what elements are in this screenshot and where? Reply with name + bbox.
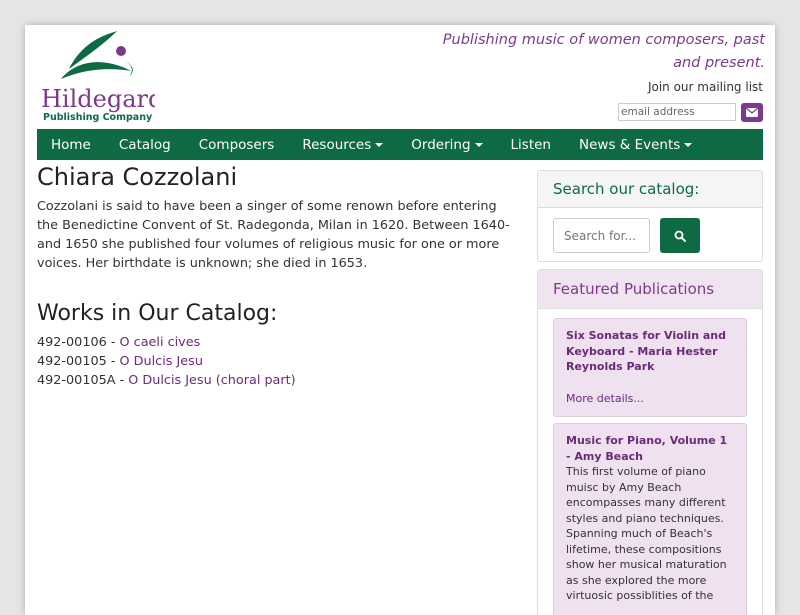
site-tagline: Publishing music of women composers, pas… [442, 32, 765, 71]
nav-label: Composers [198, 136, 275, 153]
work-link[interactable]: O Dulcis Jesu (choral part) [128, 373, 295, 388]
work-code: 492-00105 - [37, 354, 120, 369]
logo-wordmark: Hildegard [41, 85, 155, 113]
nav-label: Resources [302, 136, 372, 153]
featured-publications-panel: Featured Publications Six Sonatas for Vi… [537, 269, 763, 615]
publication-card[interactable]: Music for Piano, Volume 1 - Amy Beach Th… [553, 423, 747, 615]
nav-resources[interactable]: Resources [288, 129, 397, 160]
logo-subtitle: Publishing Company [43, 112, 153, 123]
more-details-link[interactable]: More details... [566, 391, 734, 407]
work-code: 492-00106 - [37, 335, 120, 350]
nav-label: Catalog [118, 136, 171, 153]
search-icon [674, 230, 686, 242]
email-submit-button[interactable] [741, 103, 763, 122]
nav-home[interactable]: Home [37, 129, 105, 160]
work-link[interactable]: O Dulcis Jesu [120, 354, 203, 369]
caret-down-icon [474, 142, 483, 147]
search-button[interactable] [660, 218, 700, 253]
nav-ordering[interactable]: Ordering [397, 129, 496, 160]
nav-label: News & Events [579, 136, 681, 153]
work-item: 492-00105A - O Dulcis Jesu (choral part) [37, 371, 517, 390]
page-container: Hildegard Publishing Company Publishing … [25, 25, 775, 615]
nav-news-events[interactable]: News & Events [565, 129, 706, 160]
publication-title[interactable]: Six Sonatas for Violin and Keyboard - Ma… [566, 328, 734, 375]
publication-description: This first volume of piano muisc by Amy … [566, 465, 727, 602]
caret-down-icon [684, 142, 693, 147]
main-content: Chiara Cozzolani Cozzolani is said to ha… [37, 161, 517, 390]
work-link[interactable]: O caeli cives [120, 335, 201, 350]
search-panel-title: Search our catalog: [538, 171, 762, 208]
nav-listen[interactable]: Listen [497, 129, 565, 160]
caret-down-icon [375, 142, 384, 147]
nav-label: Ordering [411, 136, 471, 153]
envelope-icon [746, 108, 758, 117]
publication-title[interactable]: Music for Piano, Volume 1 - Amy Beach [566, 433, 734, 464]
nav-catalog[interactable]: Catalog [105, 129, 185, 160]
email-input[interactable] [618, 103, 736, 121]
publication-card[interactable]: Six Sonatas for Violin and Keyboard - Ma… [553, 318, 747, 417]
catalog-search-panel: Search our catalog: [537, 170, 763, 262]
nav-composers[interactable]: Composers [185, 129, 289, 160]
hildegard-logo[interactable]: Hildegard Publishing Company [39, 29, 155, 125]
work-item: 492-00106 - O caeli cives [37, 333, 517, 352]
main-navbar: Home Catalog Composers Resources Orderin… [37, 129, 763, 160]
work-code: 492-00105A - [37, 373, 129, 388]
mailing-list-label: Join our mailing list [647, 80, 763, 94]
works-heading: Works in Our Catalog: [37, 301, 278, 326]
page-title: Chiara Cozzolani [37, 163, 238, 191]
nav-label: Listen [510, 136, 551, 153]
nav-label: Home [51, 136, 91, 153]
catalog-search-input[interactable] [553, 218, 650, 253]
featured-panel-title: Featured Publications [538, 270, 762, 309]
work-item: 492-00105 - O Dulcis Jesu [37, 352, 517, 371]
composer-bio: Cozzolani is said to have been a singer … [37, 199, 510, 271]
